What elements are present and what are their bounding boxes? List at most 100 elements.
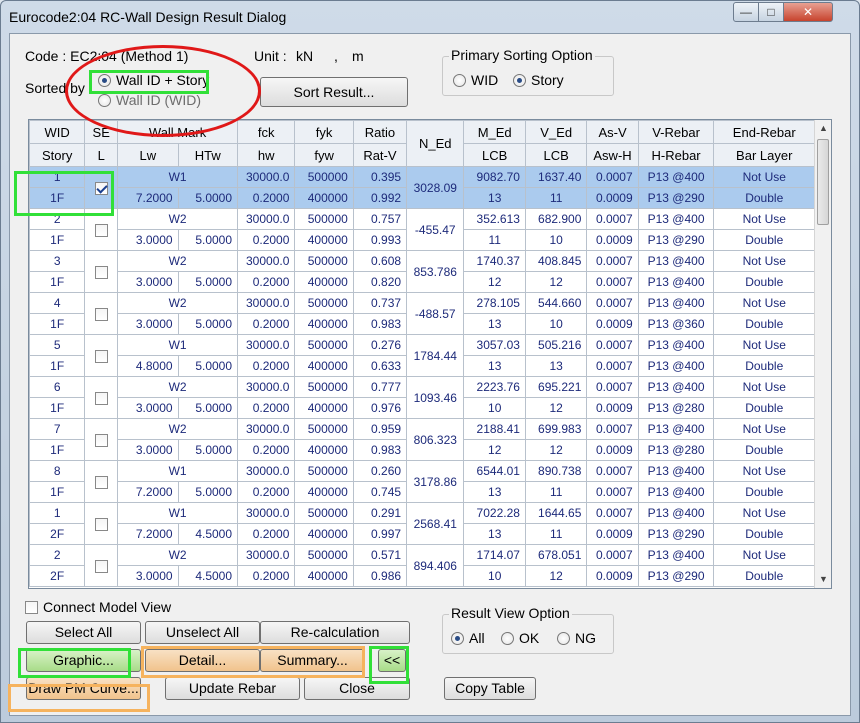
cell-select[interactable] [84, 250, 119, 293]
unselect-all-button[interactable]: Unselect All [145, 621, 260, 644]
table-row[interactable]: 8 W1 30000.0 500000 0.260 3178.86 6544.01 890.7… [29, 460, 815, 503]
cell-story: 1F [29, 481, 86, 503]
header-row-top: WID SE Wall Mark fck fyk Ratio N_Ed M_Ed V_Ed As-… [29, 120, 815, 167]
unit-label: Unit : [254, 48, 287, 64]
scroll-up-icon[interactable]: ▲ [815, 120, 831, 137]
select-all-button[interactable]: Select All [26, 621, 141, 644]
table-scrollbar[interactable]: ▲ ▼ [814, 120, 831, 588]
cell-hrebar: P13 @400 [637, 271, 715, 293]
cell-vrebar: P13 @400 [637, 460, 715, 482]
cell-asw-h: 0.0007 [586, 355, 639, 377]
cell-wid: 8 [29, 460, 86, 482]
radio-icon [557, 631, 570, 645]
cell-wall-mark: W2 [117, 208, 239, 230]
cell-ratio: 0.737 [352, 292, 408, 314]
cell-med: 3057.03 [463, 334, 526, 356]
sort-option-wall-id[interactable]: Wall ID (WID) [98, 92, 201, 108]
minimize-button[interactable]: — [733, 2, 759, 22]
result-table[interactable]: WID SE Wall Mark fck fyk Ratio N_Ed M_Ed V_Ed As-… [28, 119, 832, 589]
maximize-button[interactable]: □ [758, 2, 784, 22]
table-row[interactable]: 3 W2 30000.0 500000 0.608 853.786 1740.37 408.8… [29, 250, 815, 293]
table-row[interactable]: 2 W2 30000.0 500000 0.571 894.406 1714.07 678.0… [29, 544, 815, 587]
row-checkbox-icon[interactable] [94, 349, 108, 363]
table-row[interactable]: 4 W2 30000.0 500000 0.737 -488.57 278.105 544.6… [29, 292, 815, 335]
cell-select[interactable] [84, 418, 119, 461]
header-hw: hw [237, 143, 296, 167]
cell-ned: 3178.86 [406, 460, 465, 503]
row-checkbox-icon[interactable] [94, 391, 108, 405]
title-bar[interactable]: Eurocode2:04 RC-Wall Design Result Dialo… [1, 1, 859, 33]
scroll-down-icon[interactable]: ▼ [815, 571, 831, 588]
primary-sort-wid[interactable]: WID [453, 72, 498, 88]
primary-sort-story[interactable]: Story [513, 72, 564, 88]
cell-select[interactable] [84, 502, 119, 545]
cell-select[interactable] [84, 292, 119, 335]
draw-pm-curve-button[interactable]: Draw PM Curve... [26, 677, 141, 700]
row-checkbox-icon[interactable] [94, 265, 108, 279]
cell-hrebar: P13 @400 [637, 481, 715, 503]
cell-select[interactable] [84, 376, 119, 419]
sort-result-button[interactable]: Sort Result... [260, 77, 408, 107]
cell-fyw: 400000 [294, 523, 354, 545]
header-med: M_Ed [463, 120, 526, 144]
close-window-button[interactable]: ✕ [783, 2, 833, 22]
cell-select[interactable] [84, 208, 119, 251]
sort-option-wall-id-story[interactable]: Wall ID + Story [98, 72, 209, 88]
cell-asw-h: 0.0009 [586, 229, 639, 251]
table-row[interactable]: 5 W1 30000.0 500000 0.276 1784.44 3057.03 505.2… [29, 334, 815, 377]
row-checkbox-icon[interactable] [94, 475, 108, 489]
result-view-ok[interactable]: OK [501, 630, 539, 646]
cell-wid: 6 [29, 376, 86, 398]
cell-select[interactable] [84, 544, 119, 587]
cell-wid: 5 [29, 334, 86, 356]
cell-asw-h: 0.0007 [586, 481, 639, 503]
cell-select[interactable] [84, 460, 119, 503]
cell-fyw: 400000 [294, 439, 354, 461]
row-checkbox-icon[interactable] [94, 559, 108, 573]
cell-asv: 0.0007 [586, 292, 639, 314]
scroll-thumb[interactable] [817, 139, 829, 225]
row-checkbox-icon[interactable] [94, 517, 108, 531]
cell-lcb-m: 13 [463, 313, 526, 335]
cell-select[interactable] [84, 166, 119, 209]
result-view-all[interactable]: All [451, 630, 485, 646]
cell-asw-h: 0.0009 [586, 523, 639, 545]
cell-select[interactable] [84, 334, 119, 377]
cell-fyk: 500000 [294, 460, 354, 482]
cell-asw-h: 0.0009 [586, 565, 639, 587]
cell-bar-layer: Double [713, 481, 815, 503]
table-row[interactable]: 2 W2 30000.0 500000 0.757 -455.47 352.613 682.9… [29, 208, 815, 251]
cell-fyk: 500000 [294, 166, 354, 188]
header-bar-layer: Bar Layer [713, 143, 815, 167]
update-rebar-button[interactable]: Update Rebar [165, 677, 300, 700]
cell-story: 1F [29, 271, 86, 293]
row-checkbox-icon[interactable] [94, 181, 108, 195]
table-row[interactable]: 1 W1 30000.0 500000 0.291 2568.41 7022.28 1644.… [29, 502, 815, 545]
close-button[interactable]: Close [304, 677, 410, 700]
cell-rat-v: 0.745 [352, 481, 408, 503]
cell-ved: 1637.40 [524, 166, 588, 188]
recalculation-button[interactable]: Re-calculation [260, 621, 410, 644]
row-checkbox-icon[interactable] [94, 307, 108, 321]
cell-lw: 3.0000 [117, 229, 179, 251]
cell-story: 1F [29, 397, 86, 419]
detail-button[interactable]: Detail... [145, 649, 260, 672]
dialog-client: Code : EC2:04 (Method 1) Unit : kN , m S… [9, 33, 851, 716]
summary-button[interactable]: Summary... [260, 649, 365, 672]
table-row[interactable]: 7 W2 30000.0 500000 0.959 806.323 2188.41 699.9… [29, 418, 815, 461]
unit-force: kN [296, 48, 314, 64]
table-row[interactable]: 6 W2 30000.0 500000 0.777 1093.46 2223.76 695.2… [29, 376, 815, 419]
copy-table-button[interactable]: Copy Table [444, 677, 536, 700]
row-checkbox-icon[interactable] [94, 223, 108, 237]
cell-med: 6544.01 [463, 460, 526, 482]
result-view-ng[interactable]: NG [557, 630, 596, 646]
collapse-button[interactable]: << [378, 649, 406, 672]
table-row[interactable]: 1 W1 30000.0 500000 0.395 3028.09 9082.70 1637.… [29, 166, 815, 209]
cell-med: 2188.41 [463, 418, 526, 440]
connect-model-view-checkbox[interactable]: Connect Model View [25, 599, 171, 615]
cell-ratio: 0.777 [352, 376, 408, 398]
graphic-button[interactable]: Graphic... [26, 649, 141, 672]
row-checkbox-icon[interactable] [94, 433, 108, 447]
cell-fyw: 400000 [294, 565, 354, 587]
cell-lcb-v: 13 [524, 355, 588, 377]
